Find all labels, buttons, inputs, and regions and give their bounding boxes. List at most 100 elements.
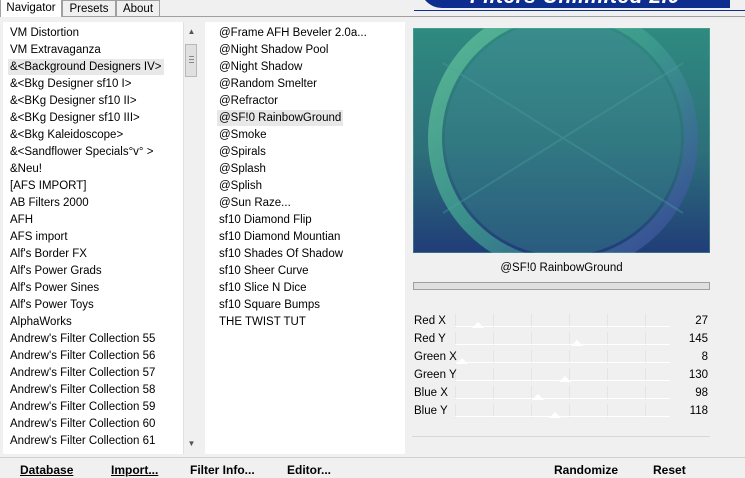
filter-list[interactable]: @Frame AFH Beveler 2.0a... @Night Shadow … — [205, 22, 405, 454]
category-item[interactable]: VM Distortion — [8, 25, 81, 41]
category-item[interactable]: Andrew's Filter Collection 55 — [8, 331, 157, 347]
preview-rainbow-ground-graphic — [413, 28, 710, 253]
app-banner-title: Filters Unlimited 2.0 — [420, 0, 730, 8]
filter-info-button[interactable]: Filter Info... — [190, 462, 255, 478]
param-row: Red X 27 — [412, 312, 710, 330]
filter-item[interactable]: sf10 Diamond Mountian — [217, 229, 342, 245]
slider-track[interactable] — [455, 362, 670, 363]
tab-divider — [0, 16, 745, 17]
filter-item[interactable]: @Night Shadow — [217, 59, 304, 75]
category-item[interactable]: &<Sandflower Specials°v° > — [8, 144, 155, 160]
reset-button[interactable]: Reset — [653, 462, 686, 478]
category-item[interactable]: Alf's Power Sines — [8, 280, 101, 296]
param-label: Red Y — [414, 333, 446, 345]
parameter-separator — [412, 436, 710, 437]
filter-item[interactable]: @Refractor — [217, 93, 280, 109]
tab-presets[interactable]: Presets — [62, 0, 116, 17]
slider-track[interactable] — [455, 416, 670, 417]
category-item[interactable]: Andrew's Filter Collection 60 — [8, 416, 157, 432]
progress-bar — [413, 282, 710, 290]
param-row: Blue X 98 — [412, 384, 710, 402]
category-item[interactable]: Andrew's Filter Collection 61 — [8, 433, 157, 449]
slider-thumb[interactable] — [549, 412, 561, 418]
slider-thumb[interactable] — [532, 394, 544, 400]
filter-item[interactable]: sf10 Shades Of Shadow — [217, 246, 345, 262]
category-list-scrollbar[interactable]: ▲ ▼ — [183, 22, 199, 454]
category-item[interactable]: Andrew's Filter Collection 59 — [8, 399, 157, 415]
filter-item[interactable]: @Splish — [217, 178, 264, 194]
param-value: 130 — [688, 369, 708, 381]
preview-filter-name: @SF!0 RainbowGround — [413, 258, 710, 278]
category-item[interactable]: AB Filters 2000 — [8, 195, 91, 211]
filter-preview-image — [413, 28, 710, 253]
category-item[interactable]: [AFS IMPORT] — [8, 178, 88, 194]
database-button[interactable]: Database — [20, 462, 73, 478]
param-value: 145 — [688, 333, 708, 345]
category-item[interactable]: Andrew's Filter Collection 57 — [8, 365, 157, 381]
category-item[interactable]: VM Extravaganza — [8, 42, 103, 58]
category-item[interactable]: AFS import — [8, 229, 70, 245]
param-label: Blue X — [414, 387, 448, 399]
param-value: 98 — [695, 387, 708, 399]
category-item[interactable]: &<Bkg Kaleidoscope> — [8, 127, 125, 143]
slider-thumb[interactable] — [571, 340, 583, 346]
param-label: Blue Y — [414, 405, 448, 417]
param-value: 8 — [701, 351, 708, 363]
randomize-button[interactable]: Randomize — [554, 462, 618, 478]
import-button[interactable]: Import... — [111, 462, 158, 478]
category-item[interactable]: &<Bkg Designer sf10 I> — [8, 76, 133, 92]
slider-track[interactable] — [455, 398, 670, 399]
category-item[interactable]: &Neu! — [8, 161, 44, 177]
database-label: Database — [20, 463, 74, 477]
category-item[interactable]: AlphaWorks — [8, 314, 74, 330]
filter-item[interactable]: @Frame AFH Beveler 2.0a... — [217, 25, 369, 41]
slider-track[interactable] — [455, 326, 670, 327]
param-label: Red X — [414, 315, 446, 327]
filter-item[interactable]: @Sun Raze... — [217, 195, 293, 211]
category-item[interactable]: Alf's Border FX — [8, 246, 89, 262]
filter-item[interactable]: sf10 Sheer Curve — [217, 263, 311, 279]
param-row: Blue Y 118 — [412, 402, 710, 420]
category-list[interactable]: VM Distortion VM Extravaganza &<Background… — [3, 22, 198, 454]
filter-item[interactable]: @Random Smelter — [217, 76, 319, 92]
param-row: Green X 8 — [412, 348, 710, 366]
editor-button[interactable]: Editor... — [287, 462, 331, 478]
randomize-label: Randomize — [554, 463, 619, 477]
filter-info-label: Filter Info... — [190, 463, 255, 477]
tab-navigator[interactable]: Navigator — [0, 0, 62, 17]
slider-track[interactable] — [455, 344, 670, 345]
tab-about[interactable]: About — [116, 0, 160, 17]
category-item[interactable]: Andrew's Filter Collection 58 — [8, 382, 157, 398]
category-item[interactable]: AFH — [8, 212, 35, 228]
reset-label: Reset — [653, 463, 686, 477]
filter-item[interactable]: sf10 Diamond Flip — [217, 212, 314, 228]
editor-label: Editor... — [287, 463, 332, 477]
param-row: Green Y 130 — [412, 366, 710, 384]
scroll-down-icon[interactable]: ▼ — [184, 436, 199, 452]
slider-thumb[interactable] — [559, 376, 571, 382]
category-item[interactable]: &<BKg Designer sf10 III> — [8, 110, 142, 126]
param-value: 118 — [689, 405, 708, 417]
bottom-bar-divider — [0, 457, 745, 458]
slider-thumb[interactable] — [472, 322, 484, 328]
param-label: Green X — [414, 351, 457, 363]
filter-item[interactable]: @Spirals — [217, 144, 268, 160]
slider-thumb[interactable] — [456, 358, 468, 364]
category-item[interactable]: &<Background Designers IV> — [8, 59, 164, 75]
category-item[interactable]: &<BKg Designer sf10 II> — [8, 93, 139, 109]
filter-item[interactable]: sf10 Slice N Dice — [217, 280, 309, 296]
category-item[interactable]: Alf's Power Grads — [8, 263, 104, 279]
scroll-up-icon[interactable]: ▲ — [184, 24, 199, 40]
category-item[interactable]: Alf's Power Toys — [8, 297, 96, 313]
param-value: 27 — [695, 315, 708, 327]
param-row: Red Y 145 — [412, 330, 710, 348]
scroll-thumb[interactable] — [185, 44, 197, 77]
filter-item[interactable]: @SF!0 RainbowGround — [217, 110, 344, 126]
category-item[interactable]: Andrew's Filter Collection 56 — [8, 348, 157, 364]
filter-item[interactable]: @Night Shadow Pool — [217, 42, 331, 58]
param-label: Green Y — [414, 369, 457, 381]
filter-item[interactable]: sf10 Square Bumps — [217, 297, 322, 313]
filter-item[interactable]: THE TWIST TUT — [217, 314, 308, 330]
filter-item[interactable]: @Splash — [217, 161, 268, 177]
filter-item[interactable]: @Smoke — [217, 127, 268, 143]
